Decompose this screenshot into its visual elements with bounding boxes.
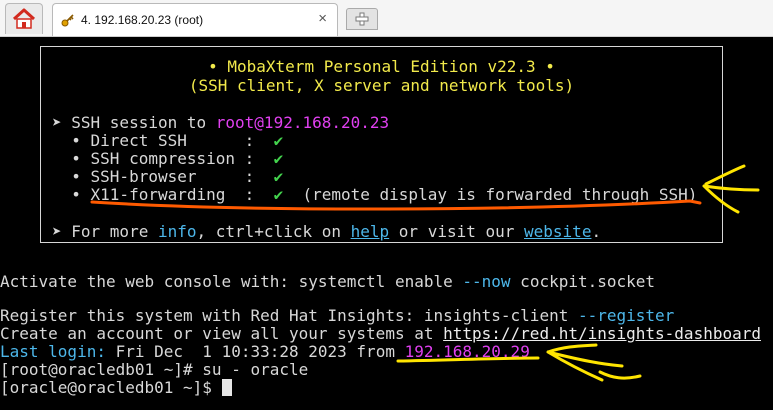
feature-note: (remote display is forwarded through SSH… [283, 185, 698, 204]
close-tab-icon[interactable]: × [318, 10, 327, 27]
banner-subtitle: (SSH client, X server and network tools) [188, 76, 575, 95]
more-info-mid: , ctrl+click on [196, 222, 351, 241]
welcome-banner: • MobaXterm Personal Edition v22.3 • (SS… [40, 46, 723, 243]
feature-ssh-browser: • SSH-browser : ✔ [52, 168, 283, 186]
more-info-prefix: ➤ For more [52, 222, 158, 241]
terminal-area[interactable]: • MobaXterm Personal Edition v22.3 • (SS… [0, 37, 773, 410]
activate-flag: --now [462, 272, 511, 291]
register-prefix: Register this system with Red Hat Insigh… [0, 306, 578, 325]
check-icon: ✔ [273, 149, 284, 168]
feature-direct-ssh: • Direct SSH : ✔ [52, 132, 283, 150]
ssh-session-host: root@192.168.20.23 [215, 113, 390, 132]
root-prompt: [root@oracledb01 ~]# [0, 360, 203, 379]
insights-dashboard-link[interactable]: https://red.ht/insights-dashboard [443, 324, 761, 343]
key-icon [61, 14, 74, 27]
feature-label: • SSH-browser : [52, 167, 274, 186]
last-login-label: Last login: [0, 342, 106, 361]
oracle-prompt-line[interactable]: [oracle@oracledb01 ~]$ [0, 379, 232, 397]
session-tab[interactable]: 4. 192.168.20.23 (root) × [52, 3, 338, 36]
feature-label: • Direct SSH : [52, 131, 274, 150]
last-login-ip: 192.168.20.29 [404, 342, 530, 361]
account-prefix: Create an account or view all your syste… [0, 324, 444, 343]
more-info-line: ➤ For more info, ctrl+click on help or v… [52, 223, 601, 241]
register-line: Register this system with Red Hat Insigh… [0, 307, 674, 325]
ssh-session-line: ➤ SSH session to root@192.168.20.23 [52, 114, 389, 132]
banner-title: • MobaXterm Personal Edition v22.3 • [208, 57, 555, 76]
last-login-value: Fri Dec 1 10:33:28 2023 from [105, 342, 405, 361]
tab-bar: 4. 192.168.20.23 (root) × [0, 0, 773, 37]
home-icon [12, 8, 36, 29]
session-tab-title: 4. 192.168.20.23 (root) [81, 13, 204, 27]
more-info-end: . [591, 222, 602, 241]
feature-ssh-compression: • SSH compression : ✔ [52, 150, 283, 168]
info-link[interactable]: info [158, 222, 197, 241]
oracle-prompt: [oracle@oracledb01 ~]$ [0, 378, 222, 397]
last-login-line: Last login: Fri Dec 1 10:33:28 2023 from… [0, 343, 530, 361]
plus-icon [355, 12, 369, 26]
feature-label: • SSH compression : [52, 149, 274, 168]
more-info-mid2: or visit our [389, 222, 525, 241]
root-command: su - oracle [202, 360, 309, 379]
account-line: Create an account or view all your syste… [0, 325, 761, 343]
activate-suffix: cockpit.socket [510, 272, 656, 291]
activate-console-line: Activate the web console with: systemctl… [0, 273, 655, 291]
root-prompt-line: [root@oracledb01 ~]# su - oracle [0, 361, 308, 379]
help-link[interactable]: help [351, 222, 390, 241]
new-tab-button[interactable] [346, 8, 378, 30]
home-tab[interactable] [5, 3, 43, 34]
feature-x11-forwarding: • X11-forwarding : ✔ (remote display is … [52, 186, 697, 204]
register-flag: --register [577, 306, 675, 325]
check-icon: ✔ [273, 185, 284, 204]
ssh-session-prefix: ➤ SSH session to [52, 113, 216, 132]
website-link[interactable]: website [524, 222, 591, 241]
activate-prefix: Activate the web console with: systemctl… [0, 272, 463, 291]
feature-label: • X11-forwarding : [52, 185, 274, 204]
terminal-cursor [221, 379, 232, 396]
check-icon: ✔ [273, 167, 284, 186]
check-icon: ✔ [273, 131, 284, 150]
